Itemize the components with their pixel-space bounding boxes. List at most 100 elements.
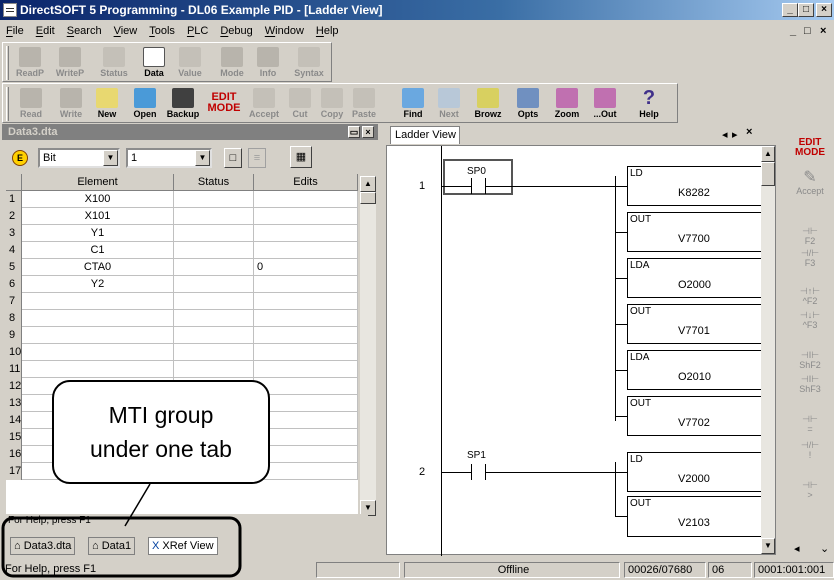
element-cell[interactable]: X100 xyxy=(22,191,174,208)
accept-side-button[interactable]: ✎ Accept xyxy=(786,170,834,197)
close-button[interactable]: × xyxy=(816,3,832,17)
row-number[interactable]: 4 xyxy=(6,242,22,259)
scroll-thumb[interactable] xyxy=(360,192,376,204)
status-cell[interactable] xyxy=(174,208,254,225)
row-number[interactable]: 2 xyxy=(6,208,22,225)
menu-window[interactable]: Window xyxy=(259,20,310,42)
row-number[interactable]: 8 xyxy=(6,310,22,327)
scroll-left-icon[interactable]: ◂ xyxy=(794,542,800,555)
opts-button[interactable]: Opts xyxy=(511,86,545,122)
row-number[interactable]: 15 xyxy=(6,429,22,446)
grid-scrollbar[interactable]: ▲ ▼ xyxy=(360,176,376,516)
chevron-down-icon[interactable]: ▼ xyxy=(195,150,210,166)
insert-row-icon[interactable]: ≡ xyxy=(248,148,266,168)
table-row[interactable]: 9 xyxy=(6,327,358,344)
contact-no-button[interactable]: ⊣⊢ F2 xyxy=(786,226,834,246)
row-number[interactable]: 9 xyxy=(6,327,22,344)
chevron-down-icon[interactable]: ▼ xyxy=(103,150,118,166)
edits-cell[interactable] xyxy=(254,327,358,344)
row-number[interactable]: 11 xyxy=(6,361,22,378)
table-row[interactable]: 2 X101 xyxy=(6,208,358,225)
scroll-up-icon[interactable]: ▲ xyxy=(761,146,775,162)
row-number[interactable]: 1 xyxy=(6,191,22,208)
row-number[interactable]: 12 xyxy=(6,378,22,395)
instruction-box[interactable]: LD K8282 xyxy=(627,166,763,206)
value-button[interactable]: Value xyxy=(173,45,207,81)
new-button[interactable]: New xyxy=(91,86,123,122)
instruction-box[interactable]: OUT V7702 xyxy=(627,396,763,436)
read-button[interactable]: Read xyxy=(15,86,47,122)
toolbar-grip[interactable] xyxy=(6,46,9,80)
cut-button[interactable]: Cut xyxy=(285,86,315,122)
tab-prev-icon[interactable]: ◂ xyxy=(722,128,728,141)
edits-cell[interactable] xyxy=(254,310,358,327)
row-number[interactable]: 13 xyxy=(6,395,22,412)
compare-equal-button[interactable]: ⊣⊢ = xyxy=(786,414,834,434)
column-header-status[interactable]: Status xyxy=(174,174,254,191)
zoom-in-button[interactable]: Zoom xyxy=(549,86,585,122)
element-cell[interactable] xyxy=(22,310,174,327)
next-button[interactable]: Next xyxy=(433,86,465,122)
panel-restore-icon[interactable]: ▭ xyxy=(348,126,360,138)
menu-tools[interactable]: Tools xyxy=(143,20,181,42)
table-row[interactable]: 3 Y1 xyxy=(6,225,358,242)
edit-toggle-icon[interactable]: E xyxy=(12,150,28,166)
edits-cell[interactable] xyxy=(254,361,358,378)
child-close-button[interactable]: × xyxy=(820,20,826,42)
child-minimize-button[interactable]: _ xyxy=(790,20,796,42)
instruction-box[interactable]: LD V2000 xyxy=(627,452,763,492)
element-cell[interactable]: X101 xyxy=(22,208,174,225)
menu-edit[interactable]: Edit xyxy=(30,20,61,42)
status-cell[interactable] xyxy=(174,276,254,293)
edge-contact-nc-button[interactable]: ⊣↓⊢ ^F3 xyxy=(786,310,834,330)
scroll-up-icon[interactable]: ▲ xyxy=(360,176,376,192)
status-cell[interactable] xyxy=(174,225,254,242)
element-count-select[interactable]: 1 ▼ xyxy=(126,148,212,168)
table-row[interactable]: 1 X100 xyxy=(6,191,358,208)
element-cell[interactable]: Y2 xyxy=(22,276,174,293)
edits-cell[interactable] xyxy=(254,378,358,395)
menu-search[interactable]: Search xyxy=(61,20,108,42)
element-cell[interactable] xyxy=(22,327,174,344)
edit-mode-button[interactable]: EDIT MODE xyxy=(205,86,243,122)
element-cell[interactable]: C1 xyxy=(22,242,174,259)
row-number[interactable]: 6 xyxy=(6,276,22,293)
status-cell[interactable] xyxy=(174,310,254,327)
tab-ladder-view[interactable]: Ladder View xyxy=(390,126,460,144)
element-cell[interactable] xyxy=(22,361,174,378)
status-cell[interactable] xyxy=(174,242,254,259)
immediate-contact-button[interactable]: ⊣I⊢ ShF2 xyxy=(786,350,834,370)
element-cell[interactable]: Y1 xyxy=(22,225,174,242)
data-button[interactable]: Data xyxy=(137,45,171,81)
zoom-out-button[interactable]: ...Out xyxy=(587,86,623,122)
table-row[interactable]: 5 CTA0 0 xyxy=(6,259,358,276)
backup-button[interactable]: Backup xyxy=(165,86,201,122)
compare-not-equal-button[interactable]: ⊣/⊢! xyxy=(786,440,834,460)
find-button[interactable]: Find xyxy=(397,86,429,122)
element-cell[interactable] xyxy=(22,293,174,310)
tab-data1[interactable]: ⌂ Data1 xyxy=(88,537,136,555)
row-number[interactable]: 10 xyxy=(6,344,22,361)
help-button[interactable]: ? Help xyxy=(629,86,669,122)
edit-mode-side-button[interactable]: EDIT MODE xyxy=(786,138,834,158)
status-cell[interactable] xyxy=(174,191,254,208)
toolbar-grip[interactable] xyxy=(6,87,9,121)
element-cell[interactable]: CTA0 xyxy=(22,259,174,276)
edits-cell[interactable] xyxy=(254,276,358,293)
menu-file[interactable]: File xyxy=(0,20,30,42)
readp-button[interactable]: ReadP xyxy=(13,45,47,81)
edits-cell[interactable]: 0 xyxy=(254,259,358,276)
chevron-down-icon[interactable]: ⌄ xyxy=(820,542,829,555)
scroll-thumb[interactable] xyxy=(761,162,775,186)
panel-close-icon[interactable]: × xyxy=(362,126,374,138)
table-row[interactable]: 4 C1 xyxy=(6,242,358,259)
edits-cell[interactable] xyxy=(254,242,358,259)
menu-debug[interactable]: Debug xyxy=(214,20,258,42)
menu-plc[interactable]: PLC xyxy=(181,20,214,42)
table-row[interactable]: 7 xyxy=(6,293,358,310)
edits-cell[interactable] xyxy=(254,293,358,310)
row-number[interactable]: 17 xyxy=(6,463,22,480)
row-number[interactable]: 3 xyxy=(6,225,22,242)
immediate-nc-button[interactable]: ⊣I⊢ ShF3 xyxy=(786,374,834,394)
table-row[interactable]: 8 xyxy=(6,310,358,327)
